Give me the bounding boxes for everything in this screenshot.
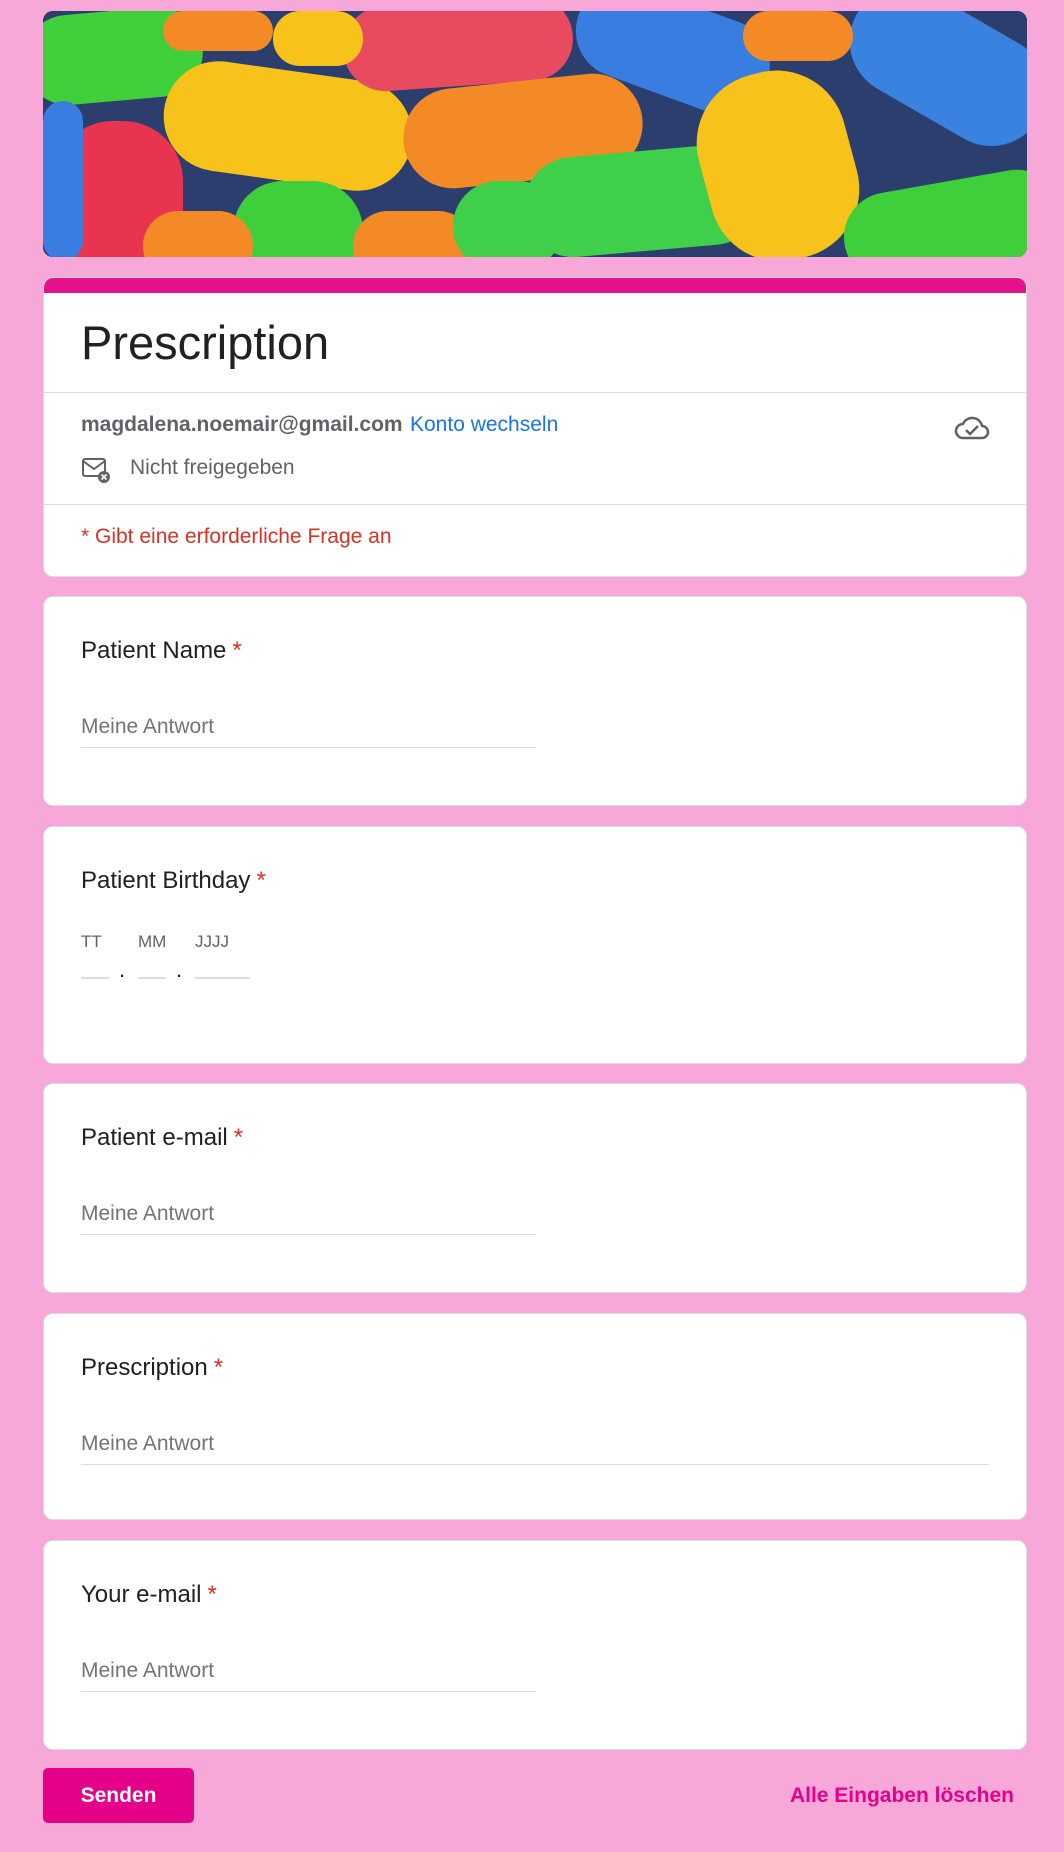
prescription-input[interactable] bbox=[81, 1432, 989, 1465]
month-input[interactable] bbox=[138, 977, 166, 979]
question-label: Your e-mail bbox=[81, 1581, 202, 1608]
question-title: Your e-mail * bbox=[81, 1581, 217, 1609]
form-header-card: Prescription magdalena.noemair@gmail.com… bbox=[43, 277, 1027, 577]
clear-form-button[interactable]: Alle Eingaben löschen bbox=[790, 1784, 1014, 1808]
your-email-input[interactable] bbox=[81, 1659, 536, 1692]
required-star: * bbox=[207, 1581, 217, 1608]
date-separator: . bbox=[176, 957, 183, 982]
header-banner-image bbox=[43, 11, 1027, 257]
required-star: * bbox=[213, 1354, 224, 1381]
question-label: Patient Birthday bbox=[81, 867, 251, 894]
required-star: * bbox=[232, 637, 242, 664]
question-card-your-email: Your e-mail * bbox=[43, 1540, 1027, 1750]
question-card-patient-email: Patient e-mail * bbox=[43, 1083, 1027, 1293]
submit-button[interactable]: Senden bbox=[43, 1768, 194, 1823]
year-label: JJJJ bbox=[195, 932, 229, 951]
question-title: Patient e-mail * bbox=[81, 1124, 243, 1152]
question-card-prescription: Prescription * bbox=[43, 1313, 1027, 1520]
sharing-status: Nicht freigegeben bbox=[130, 456, 295, 479]
question-card-patient-birthday: Patient Birthday * TT MM JJJJ . . bbox=[43, 826, 1027, 1064]
patient-name-input[interactable] bbox=[81, 715, 536, 748]
question-title: Prescription * bbox=[81, 1354, 223, 1382]
question-label: Patient e-mail bbox=[81, 1124, 228, 1151]
account-email: magdalena.noemair@gmail.com bbox=[81, 413, 403, 436]
date-separator: . bbox=[119, 957, 126, 982]
form-title: Prescription bbox=[81, 316, 330, 369]
month-label: MM bbox=[138, 932, 167, 951]
required-star: * bbox=[233, 1124, 244, 1151]
question-card-patient-name: Patient Name * bbox=[43, 596, 1027, 806]
patient-email-input[interactable] bbox=[81, 1202, 536, 1235]
question-title: Patient Name * bbox=[81, 637, 242, 665]
question-label: Patient Name bbox=[81, 637, 227, 664]
required-note: * Gibt eine erforderliche Frage an bbox=[81, 525, 392, 548]
required-star: * bbox=[256, 867, 266, 894]
accent-bar bbox=[44, 278, 1026, 293]
day-label: TT bbox=[81, 932, 102, 951]
account-row: magdalena.noemair@gmail.com Konto wechse… bbox=[44, 393, 1026, 504]
year-input[interactable] bbox=[195, 977, 250, 979]
cloud-saved-icon bbox=[954, 416, 990, 440]
question-title: Patient Birthday * bbox=[81, 867, 266, 895]
day-input[interactable] bbox=[81, 977, 109, 979]
mail-not-shared-icon bbox=[82, 458, 110, 483]
switch-account-link[interactable]: Konto wechseln bbox=[410, 413, 558, 437]
question-label: Prescription bbox=[81, 1354, 208, 1381]
